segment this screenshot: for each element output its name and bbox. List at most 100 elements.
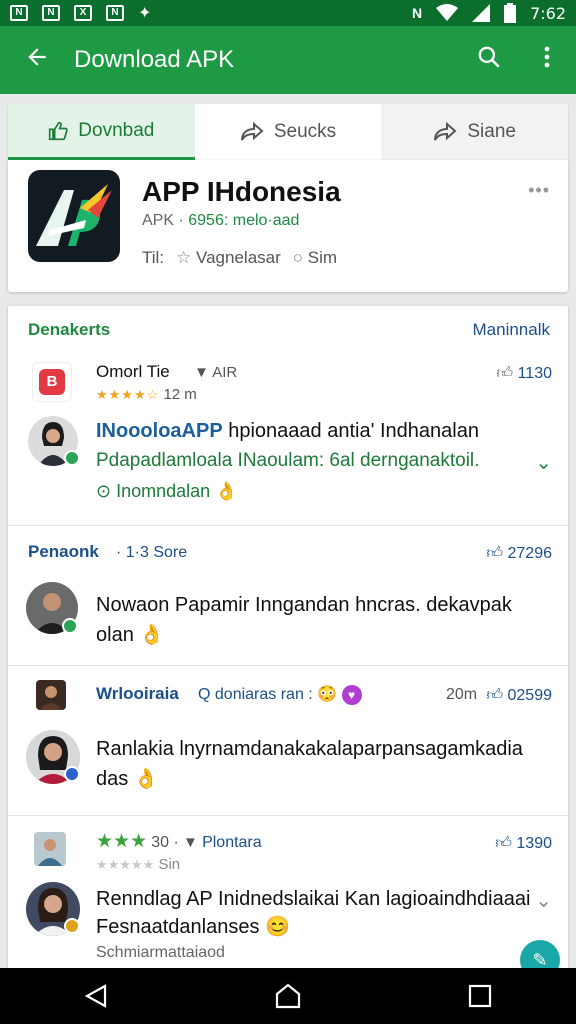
nav-home-button[interactable] <box>260 976 316 1016</box>
avatar[interactable] <box>36 680 66 710</box>
review-sub: Q doniaras ran : 😳 ♥ <box>198 684 362 705</box>
review-sub-text: doniaras ran : <box>214 686 313 703</box>
review-time: 20m <box>446 686 478 703</box>
review-time: 12 m <box>163 386 197 403</box>
notification-icon: N <box>42 5 60 21</box>
tab-download[interactable]: Dovnbad <box>8 104 195 160</box>
review-body: Renndlag AP Inidnedslaikai Kan lagioaind… <box>96 888 531 910</box>
rating-stars: ★★★★☆ <box>96 387 160 402</box>
more-options-button[interactable]: ••• <box>528 180 550 201</box>
review-title: INoooloaAPP hpionaaad antia' Indhanalan <box>96 416 479 446</box>
thumb-up-icon: 👍︎ <box>486 687 504 704</box>
app-type: APK · <box>142 212 184 229</box>
manage-link[interactable]: Maninnalk <box>473 320 551 340</box>
review-item: Penaonk · 1·3 Sore 👍︎ 27296 Nowaon Papam… <box>8 526 568 666</box>
review-body: Nowaon Papamir Inngandan hncras. dekavpa… <box>96 594 512 616</box>
review-title-text: hpionaaad antia' Indhanalan <box>222 420 479 442</box>
search-icon: Q <box>198 686 211 703</box>
review-sub: ▼ AIR <box>194 364 237 381</box>
signal-icon <box>472 4 491 22</box>
review-item: B Omorl Tie ▼ AIR ★★★★☆ 12 m 👍︎ 1130 INo… <box>8 354 568 526</box>
avatar[interactable] <box>34 832 66 866</box>
back-button[interactable] <box>0 44 74 77</box>
review-footer: ⊙ Inomndalan 👌 <box>96 476 238 506</box>
review-sub: · 1·3 Sore <box>116 544 188 561</box>
app-name: APP IHdonesia <box>142 176 341 207</box>
review-sub: Plontara <box>202 834 262 851</box>
tags-label: Til: <box>142 248 165 267</box>
review-footer: Schmiarmattaiaod <box>96 944 225 961</box>
nfc-icon: N <box>411 5 423 21</box>
arrow-left-icon <box>28 47 46 66</box>
reviews-title: Denakerts <box>28 320 111 339</box>
review-body: Pdapadlamloala INaoulam: 6al dernganakto… <box>96 450 480 471</box>
app-size: 6956: melo·aad <box>188 212 300 229</box>
review-rating: ★★★★☆ 12 m <box>96 386 197 403</box>
like-count[interactable]: 👍︎ 1130 <box>496 364 552 383</box>
edit-icon: ✎ <box>532 950 548 970</box>
page-title: Download APK <box>74 46 235 73</box>
tab-seucks[interactable]: Seucks <box>195 104 382 160</box>
notification-icon: N <box>106 5 124 21</box>
like-count[interactable]: 👍︎ 02599 <box>486 686 552 705</box>
thumb-up-icon: 👍︎ <box>486 545 504 562</box>
notification-icon: ✦ <box>138 5 152 22</box>
review-footer-text: Inomndalan 👌 <box>116 481 238 501</box>
clock: 7:62 <box>530 3 566 23</box>
like-value: 1390 <box>516 835 552 852</box>
review-body: Ranlakia lnyrnamdanakakalaparpansagamkad… <box>96 738 523 760</box>
review-body-cont: olan 👌 <box>96 624 165 646</box>
like-value: 1130 <box>517 365 552 382</box>
tag-text: Sim <box>307 248 338 267</box>
nav-recents-button[interactable] <box>452 976 508 1016</box>
app-logo <box>28 170 120 262</box>
review-rating-small: ★★★★★ Sin <box>96 856 180 873</box>
overflow-menu-button[interactable] <box>518 45 576 76</box>
reviews-header: Denakerts Maninnalk <box>8 306 568 354</box>
review-item: Wrlooiraia Q doniaras ran : 😳 ♥ 20m 👍︎ 0… <box>8 666 568 816</box>
thumb-up-icon: 👍︎ <box>496 365 514 382</box>
wifi-icon <box>436 4 459 21</box>
tag-text: Vagnelasar <box>196 248 281 267</box>
tag-sim[interactable]: ○ Sim <box>293 248 337 268</box>
reviews-panel: Denakerts Maninnalk B Omorl Tie ▼ AIR ★★… <box>8 306 568 970</box>
tab-label: Dovnbad <box>78 119 155 141</box>
thumb-up-icon: 👍︎ <box>495 835 512 852</box>
verified-badge-icon <box>64 766 80 782</box>
like-count[interactable]: 👍︎ 27296 <box>486 544 552 563</box>
review-user: Wrlooiraia <box>96 684 179 703</box>
expand-button[interactable]: ⌄ <box>535 450 552 475</box>
like-count[interactable]: 👍︎ 1390 <box>495 834 552 853</box>
expand-button[interactable]: ⌄ <box>535 888 552 913</box>
rating-number: 30 · <box>151 834 179 851</box>
verified-badge-icon <box>62 618 78 634</box>
square-recents-icon <box>468 984 492 1008</box>
tab-share[interactable]: Siane <box>381 104 569 160</box>
review-title-app: INoooloaAPP <box>96 420 223 442</box>
tab-bar: Dovnbad Seucks Siane <box>8 104 569 160</box>
thumb-up-icon <box>49 121 69 140</box>
like-value: 27296 <box>507 545 553 562</box>
nav-back-button[interactable] <box>68 976 124 1016</box>
review-rating: ★★★ 30 · ▼ Plontara <box>96 830 262 853</box>
app-info-card: APP IHdonesia APK · 6956: melo·aad Til: … <box>8 160 568 292</box>
home-icon <box>275 983 301 1009</box>
app-meta: APK · 6956: melo·aad <box>142 212 299 230</box>
share-arrow-icon <box>240 122 264 141</box>
like-value: 02599 <box>507 687 553 704</box>
tab-label: Siane <box>467 121 516 142</box>
system-nav-bar <box>0 968 576 1024</box>
tag-vagnelasar[interactable]: ☆ Vagnelasar <box>176 248 281 268</box>
heart-icon: ▼ <box>194 364 209 381</box>
emoji-icon: 😳 <box>317 686 338 703</box>
app-tags: Til: ☆ Vagnelasar ○ Sim <box>142 248 337 268</box>
notification-icon: X <box>74 5 92 21</box>
tab-label: Seucks <box>273 121 337 142</box>
search-button[interactable] <box>460 44 518 77</box>
review-user: Penaonk <box>28 542 99 561</box>
more-vert-icon <box>544 46 550 67</box>
review-user: Omorl Tie <box>96 362 170 381</box>
star-outline-icon: ☆ <box>176 248 192 267</box>
status-bar: N N X N ✦ N 7:62 <box>0 0 576 26</box>
heart-icon: ▼ <box>183 834 198 851</box>
